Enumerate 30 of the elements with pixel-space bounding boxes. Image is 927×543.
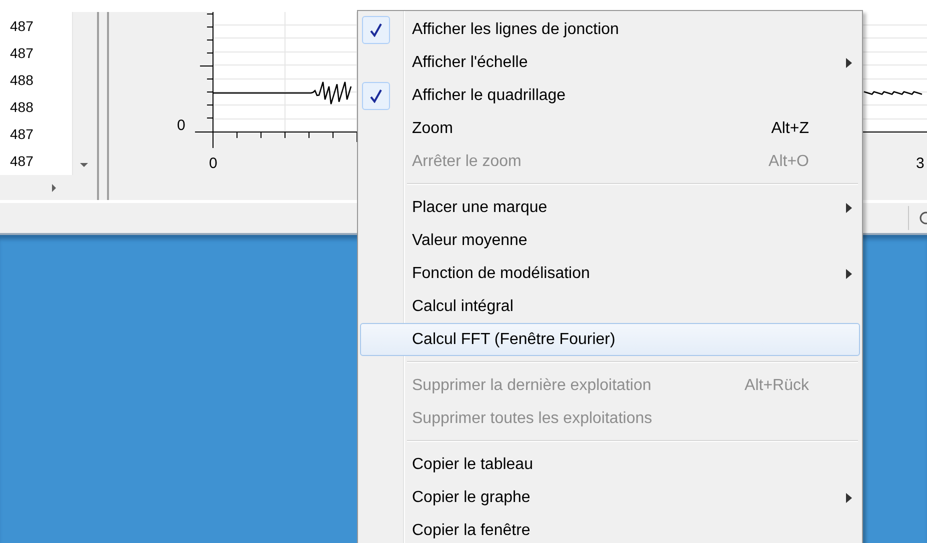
checkmark-icon — [370, 88, 382, 102]
x-axis-label: 0 — [209, 155, 218, 172]
submenu-arrow-icon — [846, 202, 852, 212]
table-cell-text: 488 — [9, 71, 34, 90]
y-axis-label: 0 — [177, 117, 186, 134]
submenu-arrow-icon — [846, 268, 852, 278]
scroll-right-icon[interactable] — [52, 184, 56, 192]
menu-item[interactable]: Copier le tableau — [360, 448, 860, 481]
submenu-arrow-icon — [846, 492, 852, 502]
menu-item[interactable]: Afficher l'échelle — [360, 46, 860, 79]
menu-item[interactable]: Zoom Alt+Z — [360, 112, 860, 145]
x-axis-label: 3 — [916, 155, 924, 172]
menu-item[interactable]: Fonction de modélisation — [360, 257, 860, 290]
menu-item[interactable]: Copier le graphe — [360, 481, 860, 514]
scroll-down-icon[interactable] — [80, 163, 88, 167]
menu-item[interactable]: Copier la fenêtre — [360, 514, 860, 543]
table-cell-text: 488 — [9, 98, 34, 117]
menu-item[interactable]: Afficher les lignes de jonction — [360, 13, 860, 46]
menu-item[interactable]: Placer une marque — [360, 191, 860, 224]
submenu-arrow-icon — [846, 58, 852, 68]
menu-item[interactable]: Calcul intégral — [360, 290, 860, 323]
menu-item[interactable]: Afficher le quadrillage — [360, 79, 860, 112]
table-cell-text: 487 — [9, 152, 34, 171]
menu-item[interactable]: Valeur moyenne — [360, 224, 860, 257]
table-cell-text: 487 — [9, 125, 34, 144]
checkmark-icon — [370, 22, 382, 36]
status-icon — [919, 211, 927, 225]
menu-item[interactable]: Calcul FFT (Fenêtre Fourier) — [360, 323, 860, 356]
table-cell-text: 487 — [9, 44, 34, 63]
table-cell-text: 487 — [9, 17, 34, 36]
